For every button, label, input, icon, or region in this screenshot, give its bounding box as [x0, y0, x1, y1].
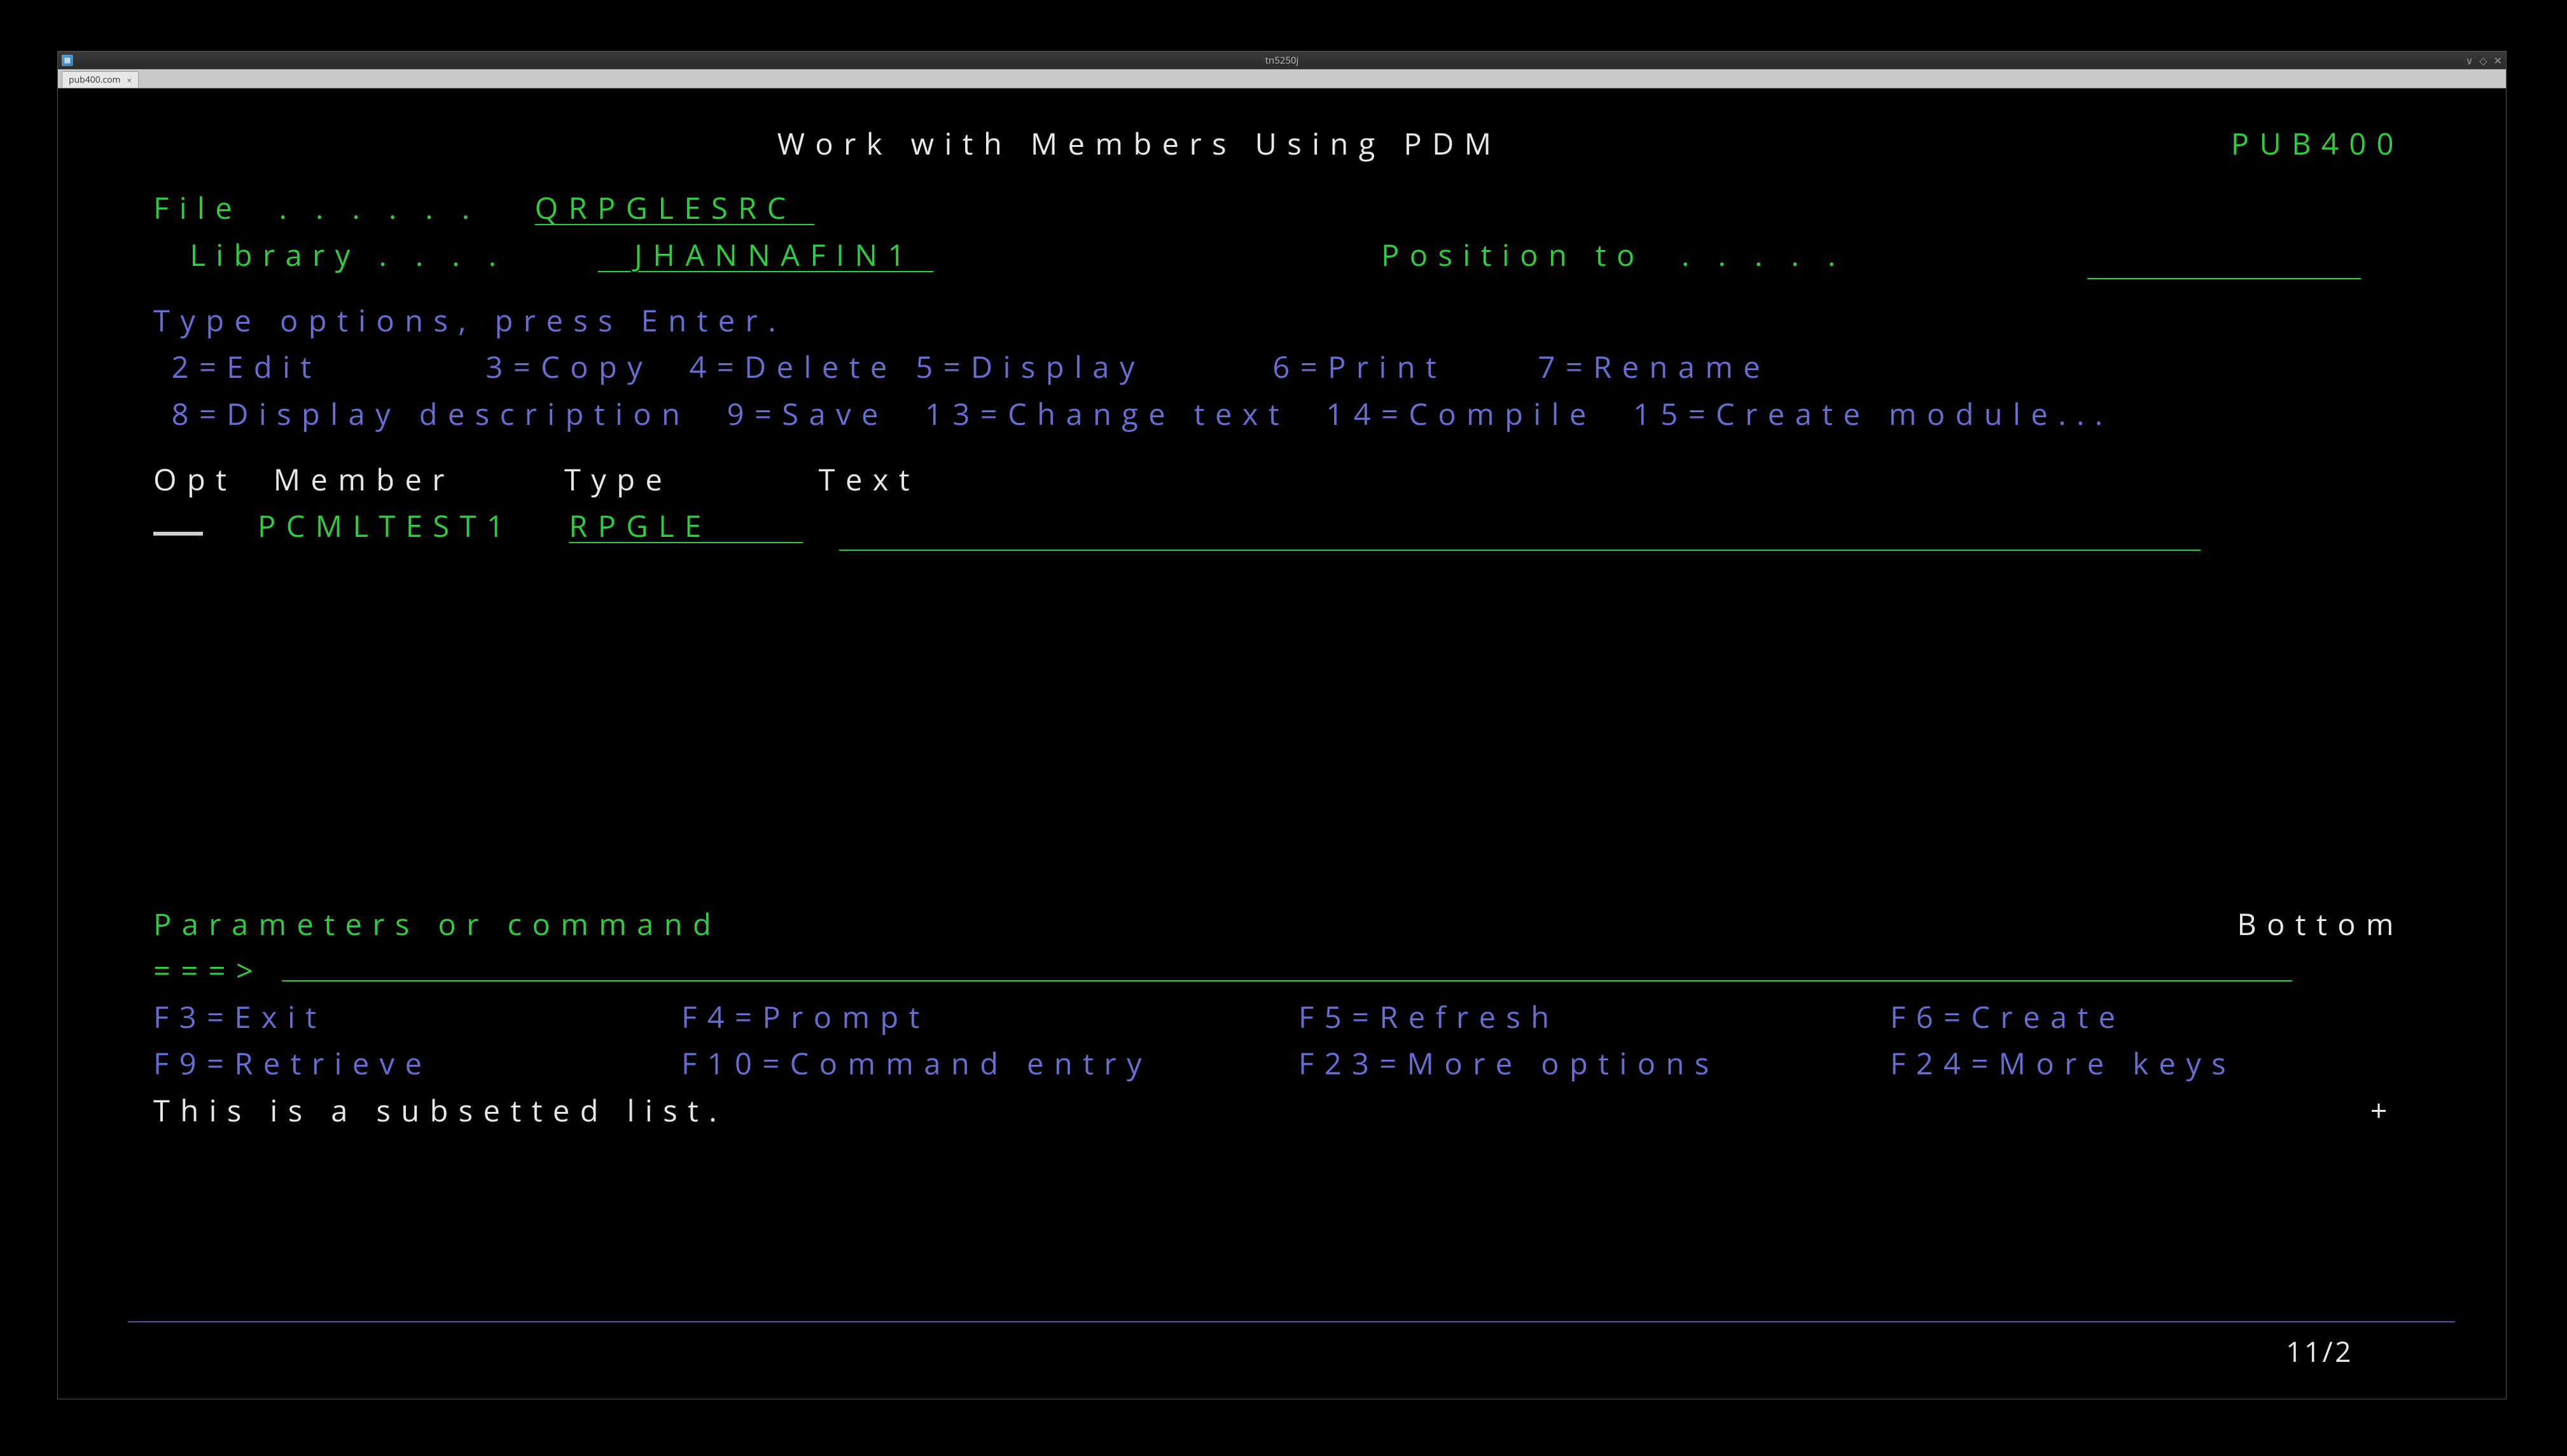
options-line-2: 8=Display description 9=Save 13=Change t… [153, 391, 2455, 437]
col-type: Type [564, 459, 672, 499]
command-line-row: ===> [153, 947, 2455, 994]
file-row: File . . . . . . QRPGLESRC [153, 184, 2455, 231]
screen-title-row: Work with Members Using PDM PUB400 [153, 120, 2455, 167]
f6-key: F6=Create [1890, 994, 2126, 1040]
tab-bar: pub400.com × [58, 69, 2506, 88]
options-line-1: 2=Edit 3=Copy 4=Delete 5=Display 6=Print… [153, 343, 2455, 390]
opt-input[interactable] [153, 532, 203, 536]
bottom-indicator: Bottom [2237, 901, 2404, 947]
member-text-input[interactable] [839, 503, 2201, 550]
blank-row-3 [153, 437, 2455, 456]
cursor-position: 11/2 [2286, 1329, 2353, 1373]
list-row: PCMLTEST1 RPGLE [153, 503, 2455, 550]
param-label: Parameters or command [153, 901, 2455, 947]
fkeys-row-1: F3=Exit F4=Prompt F5=Refresh F6=Create [153, 994, 2455, 1040]
message-row: This is a subsetted list. + [153, 1087, 2455, 1134]
f24-key: F24=More keys [1890, 1040, 2236, 1086]
f9-key: F9=Retrieve [153, 1043, 432, 1083]
minimize-button[interactable]: ∨ [2466, 53, 2473, 67]
library-label: Library . . . . [153, 234, 507, 275]
window-title: tn5250j [1265, 54, 1299, 67]
col-text: Text [819, 459, 920, 499]
list-blank-area [153, 551, 2455, 901]
maximize-button[interactable]: ◇ [2479, 53, 2487, 67]
app-window: ▦ tn5250j ∨ ◇ ✕ pub400.com × Work with M… [57, 51, 2507, 1399]
blank-row-2 [153, 278, 2455, 297]
f10-key: F10=Command entry [681, 1040, 1152, 1086]
terminal-5250[interactable]: Work with Members Using PDM PUB400 File .… [58, 88, 2506, 1399]
fkeys-row-2: F9=Retrieve F10=Command entry F23=More opt… [153, 1040, 2455, 1086]
library-input[interactable]: JHANNAFIN1 [598, 234, 934, 275]
position-to-input[interactable] [2087, 232, 2361, 279]
close-button[interactable]: ✕ [2494, 53, 2502, 67]
tab-close-icon[interactable]: × [126, 74, 133, 86]
tab-label: pub400.com [69, 74, 121, 86]
member-name: PCMLTEST1 [258, 505, 514, 546]
command-input[interactable] [282, 948, 2292, 981]
titlebar: ▦ tn5250j ∨ ◇ ✕ [58, 52, 2506, 69]
screen-title: Work with Members Using PDM [153, 120, 2125, 167]
file-label: File . . . . . . [153, 187, 480, 228]
status-message: This is a subsetted list. [153, 1090, 727, 1130]
position-to-label: Position to . . . . . [1381, 232, 1846, 278]
system-name: PUB400 [2231, 120, 2404, 167]
blank-row [153, 167, 2455, 184]
column-headers: Opt Member Type Text [153, 456, 2455, 503]
instructions: Type options, press Enter. [153, 297, 2455, 343]
f4-key: F4=Prompt [681, 994, 930, 1040]
tab-session[interactable]: pub400.com × [62, 71, 139, 88]
window-controls: ∨ ◇ ✕ [2466, 53, 2502, 67]
col-opt: Opt [153, 459, 237, 499]
member-type[interactable]: RPGLE [569, 505, 803, 546]
command-prompt: ===> [153, 950, 263, 990]
col-member: Member [274, 459, 455, 499]
f3-key: F3=Exit [153, 996, 327, 1037]
app-icon: ▦ [62, 55, 73, 66]
file-input[interactable]: QRPGLESRC [535, 187, 815, 228]
f23-key: F23=More options [1298, 1040, 1720, 1086]
f5-key: F5=Refresh [1298, 994, 1560, 1040]
library-row: Library . . . . JHANNAFIN1 Position to .… [153, 232, 2455, 278]
plus-indicator: + [2370, 1087, 2398, 1134]
oia-separator [128, 1321, 2455, 1322]
